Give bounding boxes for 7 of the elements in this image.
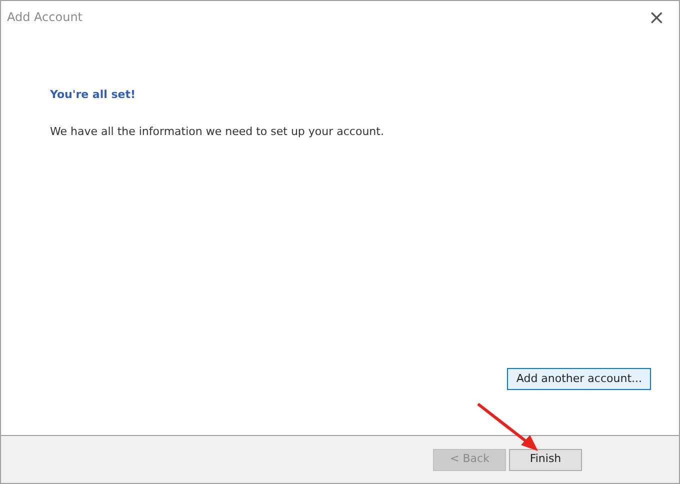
heading: You're all set! (50, 87, 137, 103)
message-text: We have all the information we need to set up your account. (50, 124, 385, 140)
close-button[interactable]: × (640, 7, 673, 27)
window-title: Add Account (7, 9, 82, 26)
add-account-button[interactable]: Add another account... (507, 368, 651, 390)
arrow-annotation (475, 401, 541, 453)
finish-button[interactable]: Finish (509, 448, 582, 470)
